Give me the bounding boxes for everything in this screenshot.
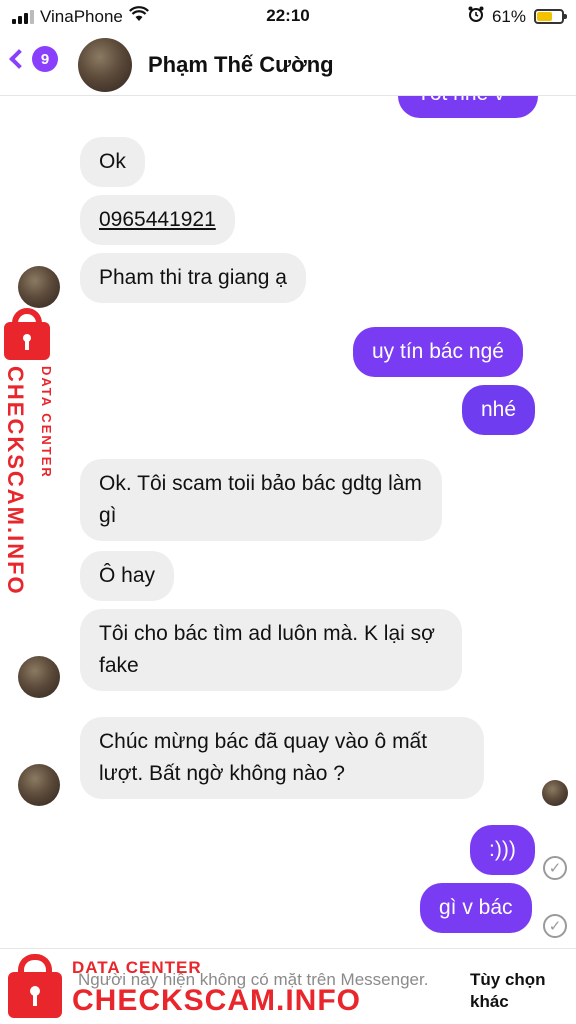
watermark-side: CHECKSCAM.INFO DATA CENTER [2,308,60,596]
alarm-icon [468,6,484,27]
read-receipt-avatar [542,780,568,806]
back-button[interactable]: 9 [9,46,58,72]
message-text: Tôi cho bác tìm ad luôn mà. K lại sợ fak… [99,622,435,677]
lock-icon [4,308,50,360]
message-text: :))) [489,838,516,861]
battery-percent: 61% [491,6,526,26]
sender-avatar[interactable] [18,656,60,698]
message-text: Ok. Tôi scam toii bảo bác gdtg làm gì [99,472,422,527]
message-bubble-incoming[interactable]: Ok [80,137,145,187]
message-bubble-incoming[interactable]: Ok. Tôi scam toii bảo bác gdtg làm gì [80,459,442,541]
watermark-bottom: DATA CENTER CHECKSCAM.INFO [6,948,360,1024]
phone-number-link[interactable]: 0965441921 [99,208,216,231]
status-bar: VinaPhone 22:10 61% [0,0,576,32]
lock-icon [8,954,62,1018]
message-bubble-outgoing[interactable]: uy tín bác ngé [353,327,523,377]
message-bubble-outgoing[interactable]: gì v bác [420,883,532,933]
message-text: Ô hay [99,564,156,587]
conversation-header: 9 Phạm Thế Cường [0,32,576,96]
message-bubble-incoming[interactable]: Pham thi tra giang ạ [80,253,306,303]
message-text: Ok [99,150,126,173]
message-text: gì v bác [439,896,513,919]
watermark-data-center: DATA CENTER [39,366,54,479]
contact-name[interactable]: Phạm Thế Cường [148,52,334,78]
sender-avatar[interactable] [18,266,60,308]
message-bubble-incoming[interactable]: Ô hay [80,551,175,601]
watermark-data-center: DATA CENTER [72,958,202,977]
unread-badge: 9 [32,46,58,72]
status-right: 61% [468,6,567,27]
message-text: Pham thi tra giang ạ [99,266,287,289]
message-bubble-outgoing[interactable]: nhé [462,385,536,435]
more-options-link[interactable]: Tùy chọn khác [470,969,560,1013]
message-text: Chúc mừng bác đã quay vào ô mất lượt. Bấ… [99,730,428,785]
message-bubble-incoming[interactable]: 0965441921 [80,195,235,245]
message-bubble-incoming[interactable]: Tôi cho bác tìm ad luôn mà. K lại sợ fak… [80,609,462,691]
message-bubble-outgoing[interactable]: :))) [470,825,535,875]
contact-avatar[interactable] [78,38,132,92]
chevron-left-icon [9,49,29,69]
message-text: nhé [481,398,517,421]
sender-avatar[interactable] [18,764,60,806]
watermark-brand: CHECKSCAM.INFO [72,984,361,1017]
delivered-check-icon: ✓ [543,914,567,938]
message-bubble-incoming[interactable]: Chúc mừng bác đã quay vào ô mất lượt. Bấ… [80,717,484,799]
battery-icon [534,9,567,24]
watermark-brand: CHECKSCAM.INFO [3,366,28,596]
delivered-check-icon: ✓ [543,856,567,880]
message-text: uy tín bác ngé [372,340,504,363]
